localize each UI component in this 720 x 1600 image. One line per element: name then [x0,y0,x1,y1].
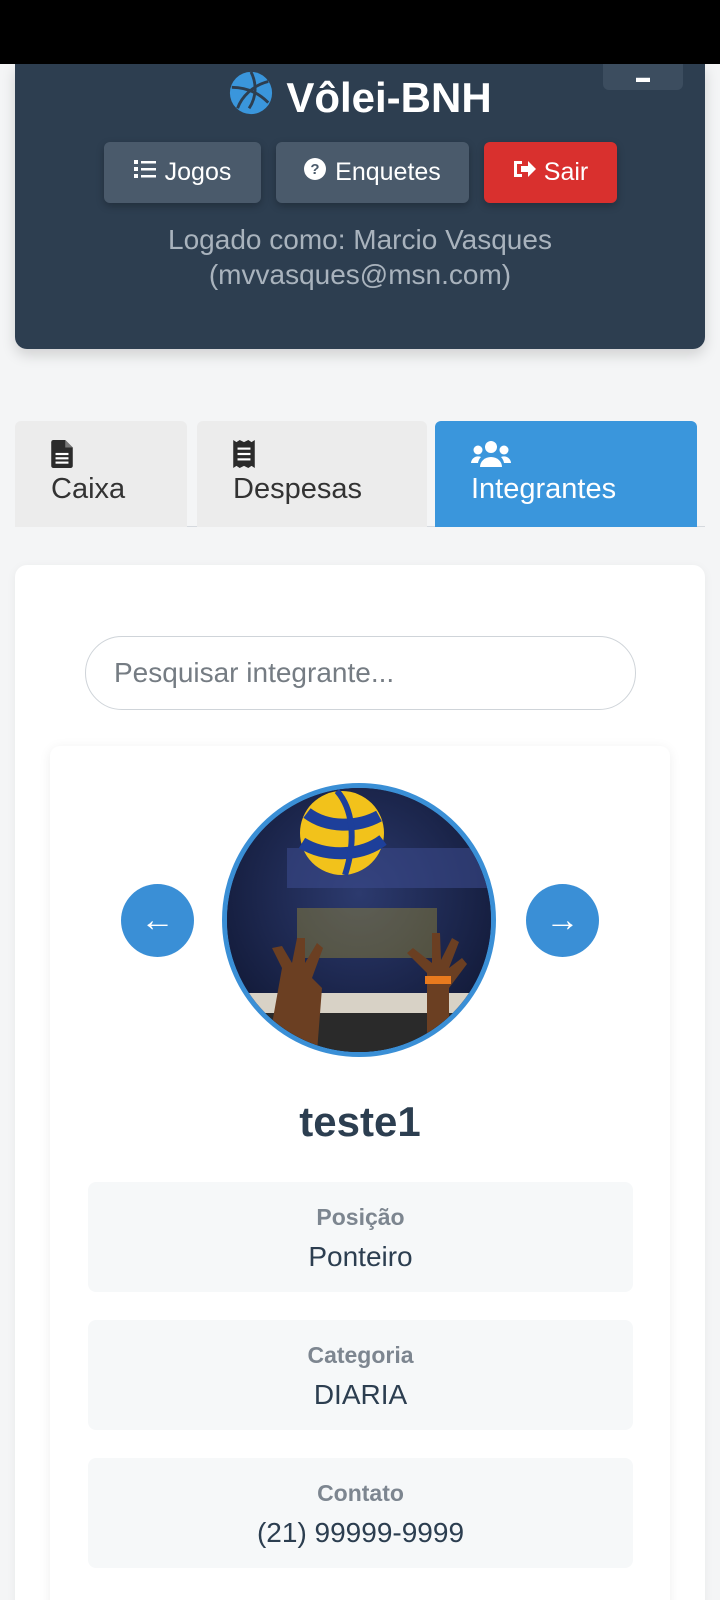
info-categoria-label: Categoria [307,1342,414,1368]
info-categoria: Categoria DIARIA [88,1320,633,1430]
enquetes-button[interactable]: ? Enquetes [275,142,469,203]
sair-button[interactable]: Sair [483,142,617,203]
avatar [222,783,496,1057]
sair-label: Sair [543,158,589,186]
logged-user-email: (mvvasques@msn.com) [208,259,512,290]
member-name: teste1 [299,1098,421,1145]
info-posicao: Posição Ponteiro [88,1182,633,1292]
arrow-left-icon: ← [140,901,175,939]
info-contato-value: (21) 99999-9999 [256,1517,465,1548]
volleyball-icon [228,70,274,126]
search-input[interactable] [85,636,636,710]
enquetes-label: Enquetes [335,158,441,186]
jogos-label: Jogos [164,158,232,186]
tab-caixa-label: Caixa [51,473,126,505]
tab-caixa[interactable]: Caixa [15,421,187,527]
arrow-right-icon: → [545,901,580,939]
info-posicao-value: Ponteiro [308,1241,413,1272]
app-header: ▬ Vôlei-BNH Jogos ? Enquetes Sair Logado… [15,64,705,349]
question-circle-icon: ? [303,157,327,188]
list-icon [133,157,157,188]
app-title: Vôlei-BNH [286,74,492,121]
info-contato-label: Contato [317,1480,404,1506]
previous-member-button[interactable]: ← [121,884,194,957]
info-contato: Contato (21) 99999-9999 [88,1458,633,1568]
status-bar [0,0,720,64]
logged-user-info: Logado como: Marcio Vasques (mvvasques@m… [15,222,705,292]
members-panel: ← [15,565,705,1600]
receipt-icon [233,439,427,469]
tab-bar: Caixa Despesas Integrantes [15,421,705,527]
tab-integrantes[interactable]: Integrantes [435,421,697,527]
file-icon [51,439,187,469]
tab-despesas[interactable]: Despesas [197,421,427,527]
info-categoria-value: DIARIA [313,1379,408,1410]
logged-user-name: Logado como: Marcio Vasques [168,224,552,255]
member-card: ← → teste1 Posição Ponteiro Categoria DI… [50,746,670,1600]
sign-out-icon [512,157,536,188]
tab-integrantes-label: Integrantes [471,473,617,505]
nav-buttons: Jogos ? Enquetes Sair [15,142,705,203]
svg-text:?: ? [311,161,320,178]
users-icon [471,439,697,469]
brand: Vôlei-BNH [15,70,705,126]
next-member-button[interactable]: → [526,884,599,957]
tab-despesas-label: Despesas [233,473,362,505]
jogos-button[interactable]: Jogos [103,142,261,203]
info-posicao-label: Posição [316,1204,405,1230]
